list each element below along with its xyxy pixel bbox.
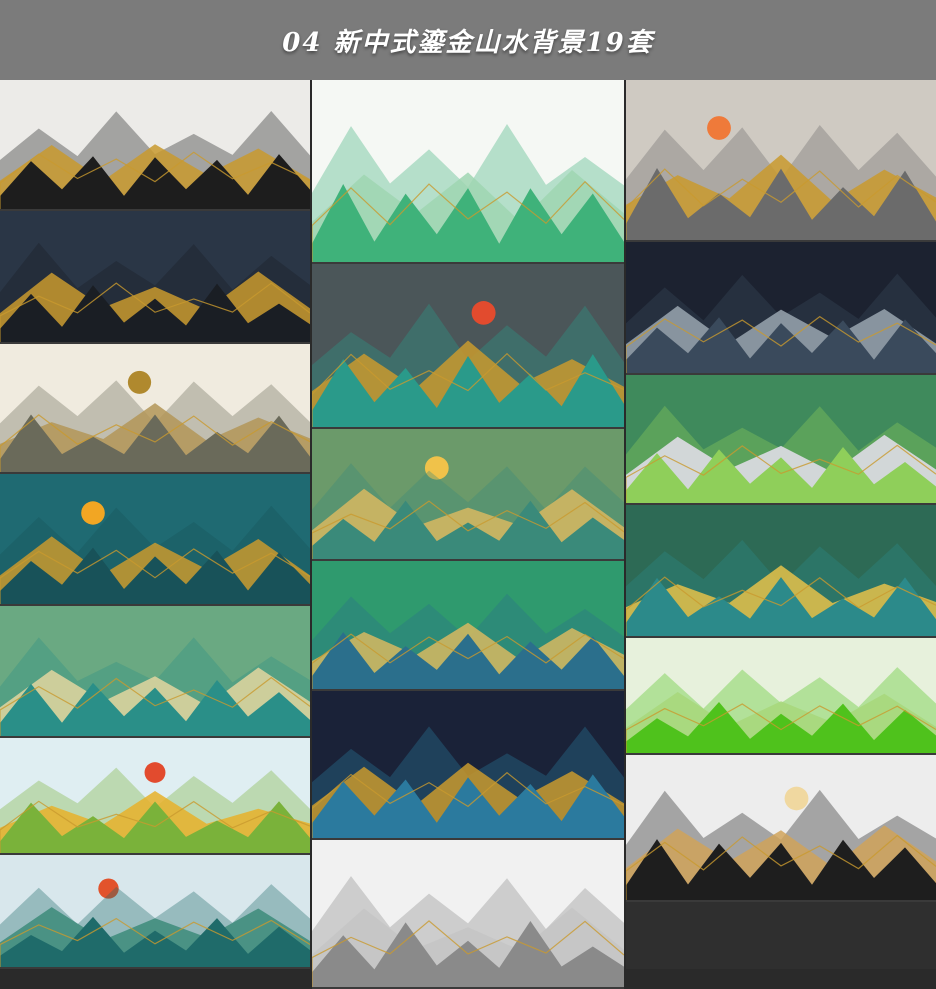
landscape-artwork [626, 505, 936, 636]
landscape-artwork [312, 429, 624, 559]
landscape-artwork [626, 755, 936, 900]
landscape-thumbnail-a2[interactable] [0, 211, 310, 344]
landscape-thumbnail-c4[interactable] [626, 505, 936, 638]
landscape-thumbnail-a5[interactable] [0, 606, 310, 738]
header-bar: 04 新中式鎏金山水背景19套 [0, 0, 936, 80]
landscape-artwork [312, 840, 624, 987]
landscape-artwork [0, 211, 310, 342]
sun-icon [707, 116, 731, 140]
landscape-thumbnail-a6[interactable] [0, 738, 310, 855]
sun-icon [81, 501, 105, 525]
empty-panel [626, 902, 936, 969]
sun-icon [127, 370, 152, 394]
landscape-thumbnail-a7[interactable] [0, 855, 310, 969]
landscape-artwork [312, 561, 624, 689]
landscape-thumbnail-a1[interactable] [0, 80, 310, 211]
landscape-artwork [312, 80, 624, 262]
landscape-thumbnail-b3[interactable] [312, 429, 624, 561]
landscape-thumbnail-c1[interactable] [626, 80, 936, 242]
sun-icon [471, 301, 496, 325]
sun-icon [784, 786, 809, 811]
landscape-thumbnail-c5[interactable] [626, 638, 936, 755]
landscape-thumbnail-a3[interactable] [0, 344, 310, 474]
landscape-thumbnail-c6[interactable] [626, 755, 936, 902]
landscape-artwork [312, 691, 624, 838]
landscape-artwork [0, 738, 310, 853]
landscape-thumbnail-b4[interactable] [312, 561, 624, 691]
landscape-artwork [0, 80, 310, 209]
landscape-artwork [0, 855, 310, 967]
landscape-thumbnail-b5[interactable] [312, 691, 624, 840]
landscape-artwork [0, 474, 310, 604]
landscape-thumbnail-a4[interactable] [0, 474, 310, 606]
landscape-artwork [0, 606, 310, 736]
landscape-artwork [626, 375, 936, 503]
page-title: 04 新中式鎏金山水背景19套 [282, 27, 654, 58]
landscape-thumbnail-c2[interactable] [626, 242, 936, 375]
landscape-artwork [626, 80, 936, 240]
landscape-thumbnail-b1[interactable] [312, 80, 624, 264]
sun-icon [144, 762, 166, 783]
landscape-artwork [626, 638, 936, 753]
landscape-thumbnail-b6[interactable] [312, 840, 624, 989]
landscape-artwork [0, 344, 310, 472]
landscape-artwork [626, 242, 936, 373]
landscape-artwork [312, 264, 624, 427]
landscape-thumbnail-b2[interactable] [312, 264, 624, 429]
landscape-thumbnail-c3[interactable] [626, 375, 936, 505]
